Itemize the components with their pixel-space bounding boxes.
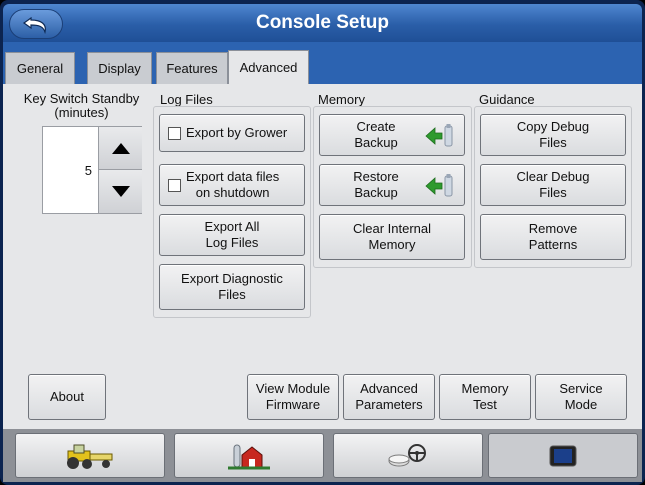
page-title: Console Setup: [255, 12, 389, 33]
export-all-log-files-button[interactable]: Export All Log Files: [159, 214, 305, 256]
tab-display[interactable]: Display: [87, 52, 152, 84]
guidance-label: Guidance: [479, 92, 535, 107]
create-backup-button[interactable]: Create Backup: [319, 114, 465, 156]
tab-advanced[interactable]: Advanced: [228, 50, 309, 84]
memory-test-button[interactable]: Memory Test: [439, 374, 531, 420]
usb-export-arrow-icon: [425, 174, 453, 197]
remove-patterns-button[interactable]: Remove Patterns: [480, 214, 626, 260]
nav-setup-button[interactable]: [488, 433, 638, 478]
export-on-shutdown-button[interactable]: Export data files on shutdown: [159, 164, 305, 206]
tab-general[interactable]: General: [5, 52, 75, 84]
tab-bar: General Display Features Advanced: [3, 42, 642, 84]
triangle-up-icon: [111, 142, 130, 154]
tab-features[interactable]: Features: [156, 52, 228, 84]
nav-farm-button[interactable]: [174, 433, 324, 478]
clear-internal-memory-button[interactable]: Clear Internal Memory: [319, 214, 465, 260]
decrement-button[interactable]: [98, 170, 142, 213]
usb-import-arrow-icon: [425, 124, 453, 147]
advanced-panel: Key Switch Standby (minutes) 5 Log Files…: [3, 84, 642, 429]
create-backup-label: Create Backup: [354, 119, 398, 150]
export-diagnostic-files-button[interactable]: Export Diagnostic Files: [159, 264, 305, 310]
nav-guidance-button[interactable]: [333, 433, 483, 478]
tractor-icon: [67, 444, 113, 469]
standby-value[interactable]: 5: [43, 127, 98, 213]
screen-icon: [549, 445, 577, 466]
console-screen: Console Setup General Display Features A…: [0, 0, 645, 485]
clear-debug-files-button[interactable]: Clear Debug Files: [480, 164, 626, 206]
export-on-shutdown-label: Export data files on shutdown: [186, 169, 280, 200]
view-module-firmware-button[interactable]: View Module Firmware: [247, 374, 339, 420]
increment-button[interactable]: [98, 127, 142, 170]
service-mode-button[interactable]: Service Mode: [535, 374, 627, 420]
triangle-down-icon: [111, 186, 130, 197]
nav-equipment-button[interactable]: [15, 433, 165, 478]
title-bar: Console Setup: [3, 4, 642, 42]
advanced-parameters-button[interactable]: Advanced Parameters: [343, 374, 435, 420]
restore-backup-label: Restore Backup: [353, 169, 399, 200]
farm-icon: [228, 444, 270, 469]
standby-spinner: 5: [42, 126, 142, 214]
memory-label: Memory: [318, 92, 365, 107]
export-by-grower-label: Export by Grower: [186, 125, 288, 140]
guidance-steering-icon: [388, 443, 426, 466]
restore-backup-button[interactable]: Restore Backup: [319, 164, 465, 206]
about-button[interactable]: About: [28, 374, 106, 420]
log-files-label: Log Files: [160, 92, 213, 107]
key-switch-label: Key Switch Standby (minutes): [23, 91, 140, 120]
export-on-shutdown-checkbox[interactable]: [168, 178, 181, 192]
bottom-nav: [3, 429, 642, 482]
export-by-grower-button[interactable]: Export by Grower: [159, 114, 305, 152]
export-by-grower-checkbox[interactable]: [168, 126, 181, 140]
copy-debug-files-button[interactable]: Copy Debug Files: [480, 114, 626, 156]
